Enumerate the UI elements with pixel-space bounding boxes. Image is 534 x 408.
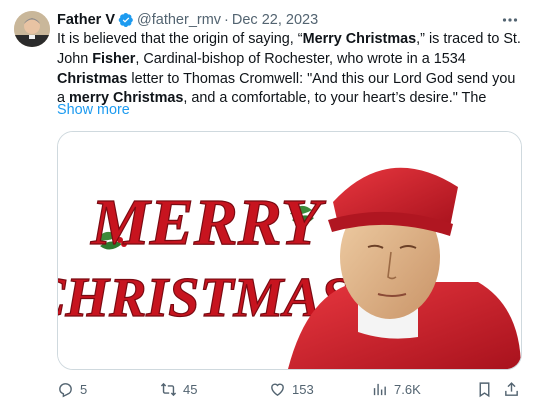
- views-icon: [373, 383, 386, 395]
- views-count: 7.6K: [394, 381, 421, 397]
- merry-christmas-illustration: MERRY CHRISTMAS: [58, 132, 521, 369]
- repost-icon: [160, 382, 177, 396]
- author-avatar[interactable]: [14, 11, 50, 47]
- bookmark-icon: [479, 381, 490, 397]
- tweet-date[interactable]: Dec 22, 2023: [232, 12, 318, 28]
- lettering-christmas: CHRISTMAS: [58, 267, 352, 329]
- reply-icon: [59, 382, 72, 397]
- share-button[interactable]: [503, 381, 520, 398]
- tweet-image[interactable]: MERRY CHRISTMAS: [57, 131, 522, 370]
- bold-christmas: Christmas: [57, 70, 128, 87]
- views-button[interactable]: 7.6K: [371, 381, 421, 398]
- avatar-image: [14, 11, 50, 47]
- verified-badge-icon: [118, 12, 134, 28]
- like-button[interactable]: 153: [269, 381, 314, 398]
- repost-button[interactable]: 45: [160, 381, 197, 398]
- separator-dot: ·: [224, 12, 229, 28]
- more-dots-icon[interactable]: [500, 10, 520, 30]
- repost-count: 45: [183, 381, 198, 397]
- reply-button[interactable]: 5: [57, 381, 87, 398]
- text-segment: , Cardinal-bishop of Rochester, who wrot…: [135, 50, 466, 67]
- lettering-merry: MERRY: [90, 186, 327, 259]
- tweet-header: Father V @father_rmv · Dec 22, 2023: [57, 10, 520, 30]
- show-more-link[interactable]: Show more: [57, 102, 130, 118]
- reply-count: 5: [80, 381, 88, 397]
- tweet-card[interactable]: Father V @father_rmv · Dec 22, 2023 It i…: [0, 0, 534, 408]
- text-segment: , and a comfortable, to your heart’s des…: [183, 90, 487, 107]
- author-name[interactable]: Father V: [57, 12, 115, 28]
- text-segment: It is believed that the origin of saying…: [57, 31, 303, 47]
- like-icon: [271, 383, 284, 396]
- bold-merry-christmas: Merry Christmas: [302, 31, 417, 47]
- action-bar: 5 45 153 7.6K: [57, 378, 520, 400]
- tweet-text: It is believed that the origin of saying…: [57, 30, 523, 109]
- author-handle[interactable]: @father_rmv: [137, 12, 221, 28]
- like-count: 153: [292, 381, 314, 397]
- bold-fisher: Fisher: [92, 50, 136, 67]
- share-icon: [505, 381, 518, 396]
- bookmark-button[interactable]: [476, 381, 493, 398]
